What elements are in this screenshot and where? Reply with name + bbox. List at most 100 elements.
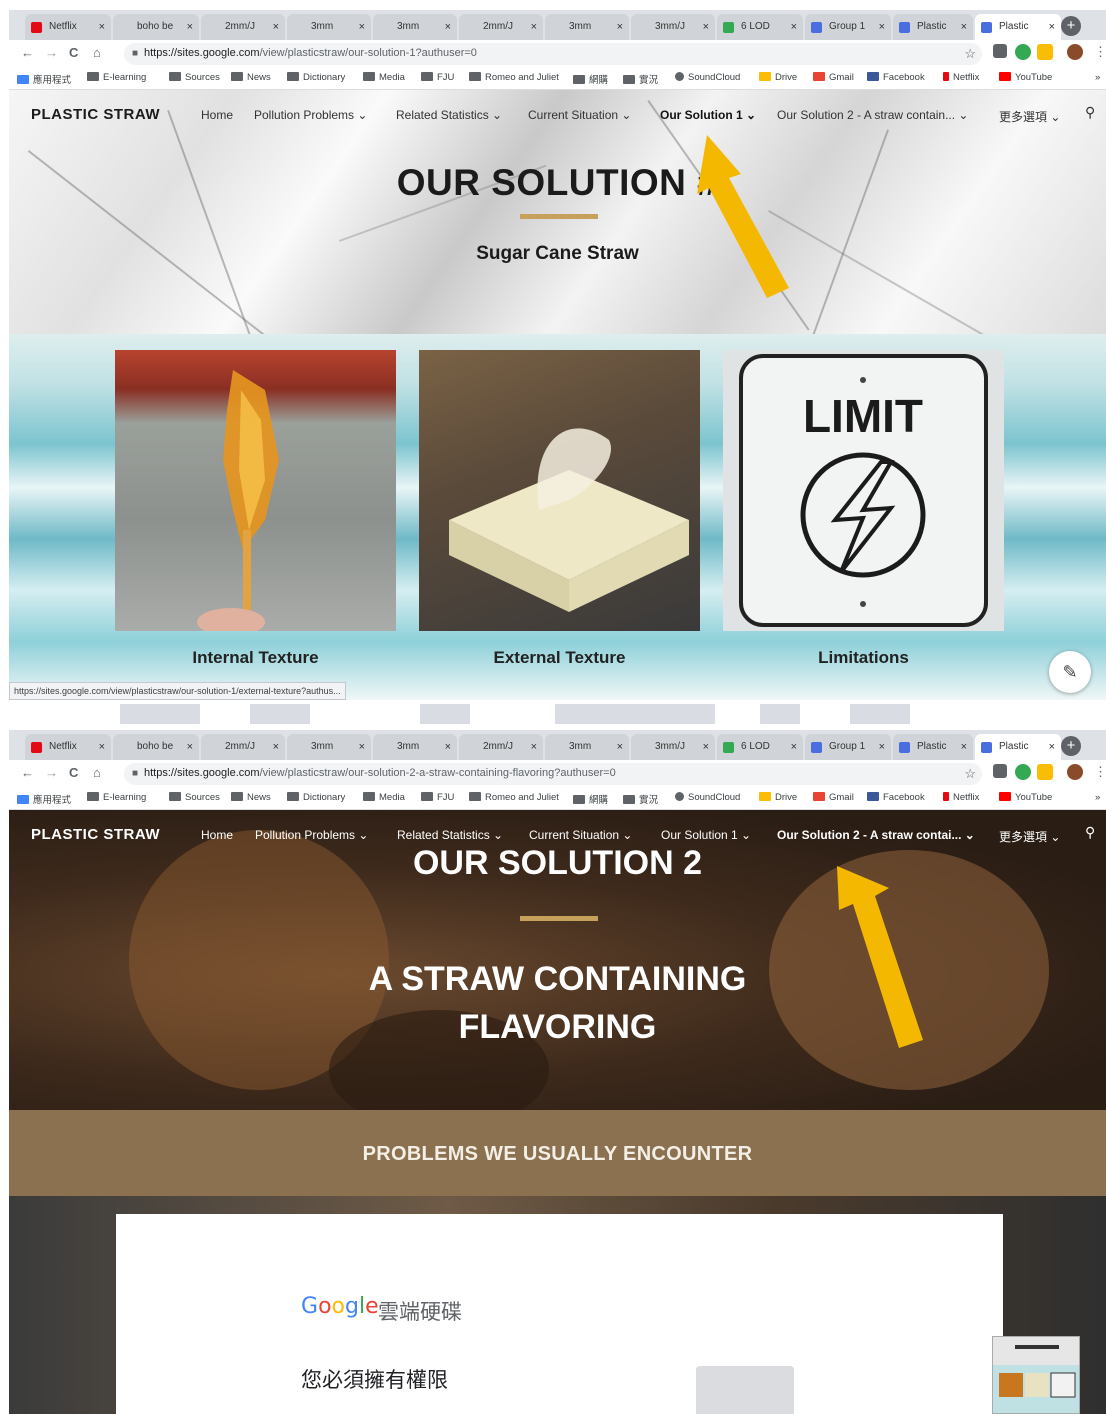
new-tab-button[interactable]: + xyxy=(1061,16,1081,36)
bookmark-folder[interactable]: Dictionary xyxy=(287,72,345,83)
nav-more-options[interactable]: 更多選項 ⌄ xyxy=(999,108,1060,125)
close-icon[interactable]: × xyxy=(879,14,885,40)
bookmark-folder[interactable]: Sources xyxy=(169,792,220,803)
card-limitations-image[interactable]: LIMIT xyxy=(723,350,1004,631)
nav-related-statistics[interactable]: Related Statistics ⌄ xyxy=(397,828,503,842)
bookmark-soundcloud[interactable]: SoundCloud xyxy=(675,792,740,803)
bookmark-folder[interactable]: 網購 xyxy=(573,792,608,806)
card-limitations-label[interactable]: Limitations xyxy=(723,648,1004,668)
browser-tab[interactable]: Plastic × xyxy=(893,14,973,40)
bookmark-folder[interactable]: 實況 xyxy=(623,72,658,86)
home-icon[interactable]: ⌂ xyxy=(93,765,101,780)
browser-tab[interactable]: Group 1 × xyxy=(805,734,891,760)
bookmark-apps[interactable]: 應用程式 xyxy=(17,72,71,86)
browser-tab[interactable]: 3mm × xyxy=(287,734,371,760)
nav-current-situation[interactable]: Current Situation ⌄ xyxy=(528,108,631,122)
nav-pollution-problems[interactable]: Pollution Problems ⌄ xyxy=(254,108,367,122)
bookmark-drive[interactable]: Drive xyxy=(759,72,797,83)
menu-icon[interactable]: ⋮ xyxy=(1094,764,1106,780)
bookmark-folder[interactable]: Dictionary xyxy=(287,792,345,803)
address-bar[interactable]: ■ https://sites.google.com/view/plastics… xyxy=(124,43,982,65)
nav-pollution-problems[interactable]: Pollution Problems ⌄ xyxy=(255,828,368,842)
browser-tab[interactable]: 3mm × xyxy=(545,14,629,40)
new-tab-button[interactable]: + xyxy=(1061,736,1081,756)
bookmark-soundcloud[interactable]: SoundCloud xyxy=(675,72,740,83)
bookmark-folder[interactable]: News xyxy=(231,72,271,83)
close-icon[interactable]: × xyxy=(531,14,537,40)
card-internal-texture-image[interactable] xyxy=(115,350,396,631)
browser-tab[interactable]: boho be × xyxy=(113,734,199,760)
close-icon[interactable]: × xyxy=(531,734,537,760)
browser-tab[interactable]: 2mm/J × xyxy=(459,14,543,40)
browser-tab[interactable]: 3mm × xyxy=(287,14,371,40)
card-external-texture-image[interactable] xyxy=(419,350,700,631)
avatar[interactable] xyxy=(1067,764,1083,780)
browser-tab[interactable]: 3mm/J × xyxy=(631,734,715,760)
browser-tab-active[interactable]: Plastic × xyxy=(975,734,1061,760)
avatar[interactable] xyxy=(1067,44,1083,60)
close-icon[interactable]: × xyxy=(791,14,797,40)
browser-tab[interactable]: Netflix × xyxy=(25,14,111,40)
close-icon[interactable]: × xyxy=(359,14,365,40)
close-icon[interactable]: × xyxy=(187,734,193,760)
extension-icon[interactable] xyxy=(1015,764,1031,780)
close-icon[interactable]: × xyxy=(961,14,967,40)
more-bookmarks-icon[interactable]: » xyxy=(1095,72,1100,83)
nav-related-statistics[interactable]: Related Statistics ⌄ xyxy=(396,108,502,122)
forward-icon[interactable]: → xyxy=(45,765,58,780)
browser-tab[interactable]: 3mm/J × xyxy=(631,14,715,40)
home-icon[interactable]: ⌂ xyxy=(93,45,101,60)
close-icon[interactable]: × xyxy=(187,14,193,40)
bookmark-folder[interactable]: E-learning xyxy=(87,72,146,83)
bookmark-folder[interactable]: FJU xyxy=(421,792,454,803)
bookmark-star-icon[interactable]: ☆ xyxy=(964,766,976,782)
extension-icon[interactable] xyxy=(1015,44,1031,60)
card-external-texture-label[interactable]: External Texture xyxy=(419,648,700,668)
close-icon[interactable]: × xyxy=(445,734,451,760)
browser-tab[interactable]: 2mm/J × xyxy=(201,14,285,40)
more-bookmarks-icon[interactable]: » xyxy=(1095,792,1100,803)
bookmark-facebook[interactable]: Facebook xyxy=(867,72,925,83)
back-icon[interactable]: ← xyxy=(21,765,34,780)
close-icon[interactable]: × xyxy=(791,734,797,760)
browser-tab[interactable]: Group 1 × xyxy=(805,14,891,40)
bookmark-gmail[interactable]: Gmail xyxy=(813,72,854,83)
close-icon[interactable]: × xyxy=(445,14,451,40)
nav-home[interactable]: Home xyxy=(201,108,233,122)
bookmark-apps[interactable]: 應用程式 xyxy=(17,792,71,806)
close-icon[interactable]: × xyxy=(273,734,279,760)
bookmark-folder[interactable]: 網購 xyxy=(573,72,608,86)
bookmark-folder[interactable]: News xyxy=(231,792,271,803)
close-icon[interactable]: × xyxy=(879,734,885,760)
back-icon[interactable]: ← xyxy=(21,45,34,60)
close-icon[interactable]: × xyxy=(961,734,967,760)
extension-icon[interactable] xyxy=(1037,764,1053,780)
bookmark-folder[interactable]: Romeo and Juliet xyxy=(469,72,559,83)
bookmark-folder[interactable]: E-learning xyxy=(87,792,146,803)
bookmark-folder[interactable]: Media xyxy=(363,72,405,83)
address-bar[interactable]: ■ https://sites.google.com/view/plastics… xyxy=(124,763,982,785)
reload-icon[interactable]: C xyxy=(69,45,78,60)
close-icon[interactable]: × xyxy=(703,734,709,760)
close-icon[interactable]: × xyxy=(273,14,279,40)
extension-icon[interactable] xyxy=(1037,44,1053,60)
browser-tab[interactable]: 2mm/J × xyxy=(201,734,285,760)
nav-our-solution-1[interactable]: Our Solution 1 ⌄ xyxy=(660,108,756,122)
browser-tab[interactable]: 3mm × xyxy=(545,734,629,760)
nav-our-solution-2[interactable]: Our Solution 2 - A straw contai... ⌄ xyxy=(777,828,975,842)
close-icon[interactable]: × xyxy=(617,734,623,760)
nav-our-solution-1[interactable]: Our Solution 1 ⌄ xyxy=(661,828,751,842)
bookmark-folder[interactable]: FJU xyxy=(421,72,454,83)
close-icon[interactable]: × xyxy=(1049,734,1055,760)
bookmark-folder[interactable]: 實況 xyxy=(623,792,658,806)
bookmark-gmail[interactable]: Gmail xyxy=(813,792,854,803)
nav-home[interactable]: Home xyxy=(201,828,233,842)
extension-icon[interactable] xyxy=(993,44,1007,58)
close-icon[interactable]: × xyxy=(99,14,105,40)
bookmark-netflix[interactable]: Netflix xyxy=(943,792,979,803)
close-icon[interactable]: × xyxy=(99,734,105,760)
bookmark-folder[interactable]: Sources xyxy=(169,72,220,83)
browser-tab[interactable]: 6 LOD × xyxy=(717,734,803,760)
bookmark-drive[interactable]: Drive xyxy=(759,792,797,803)
extension-icon[interactable] xyxy=(993,764,1007,778)
